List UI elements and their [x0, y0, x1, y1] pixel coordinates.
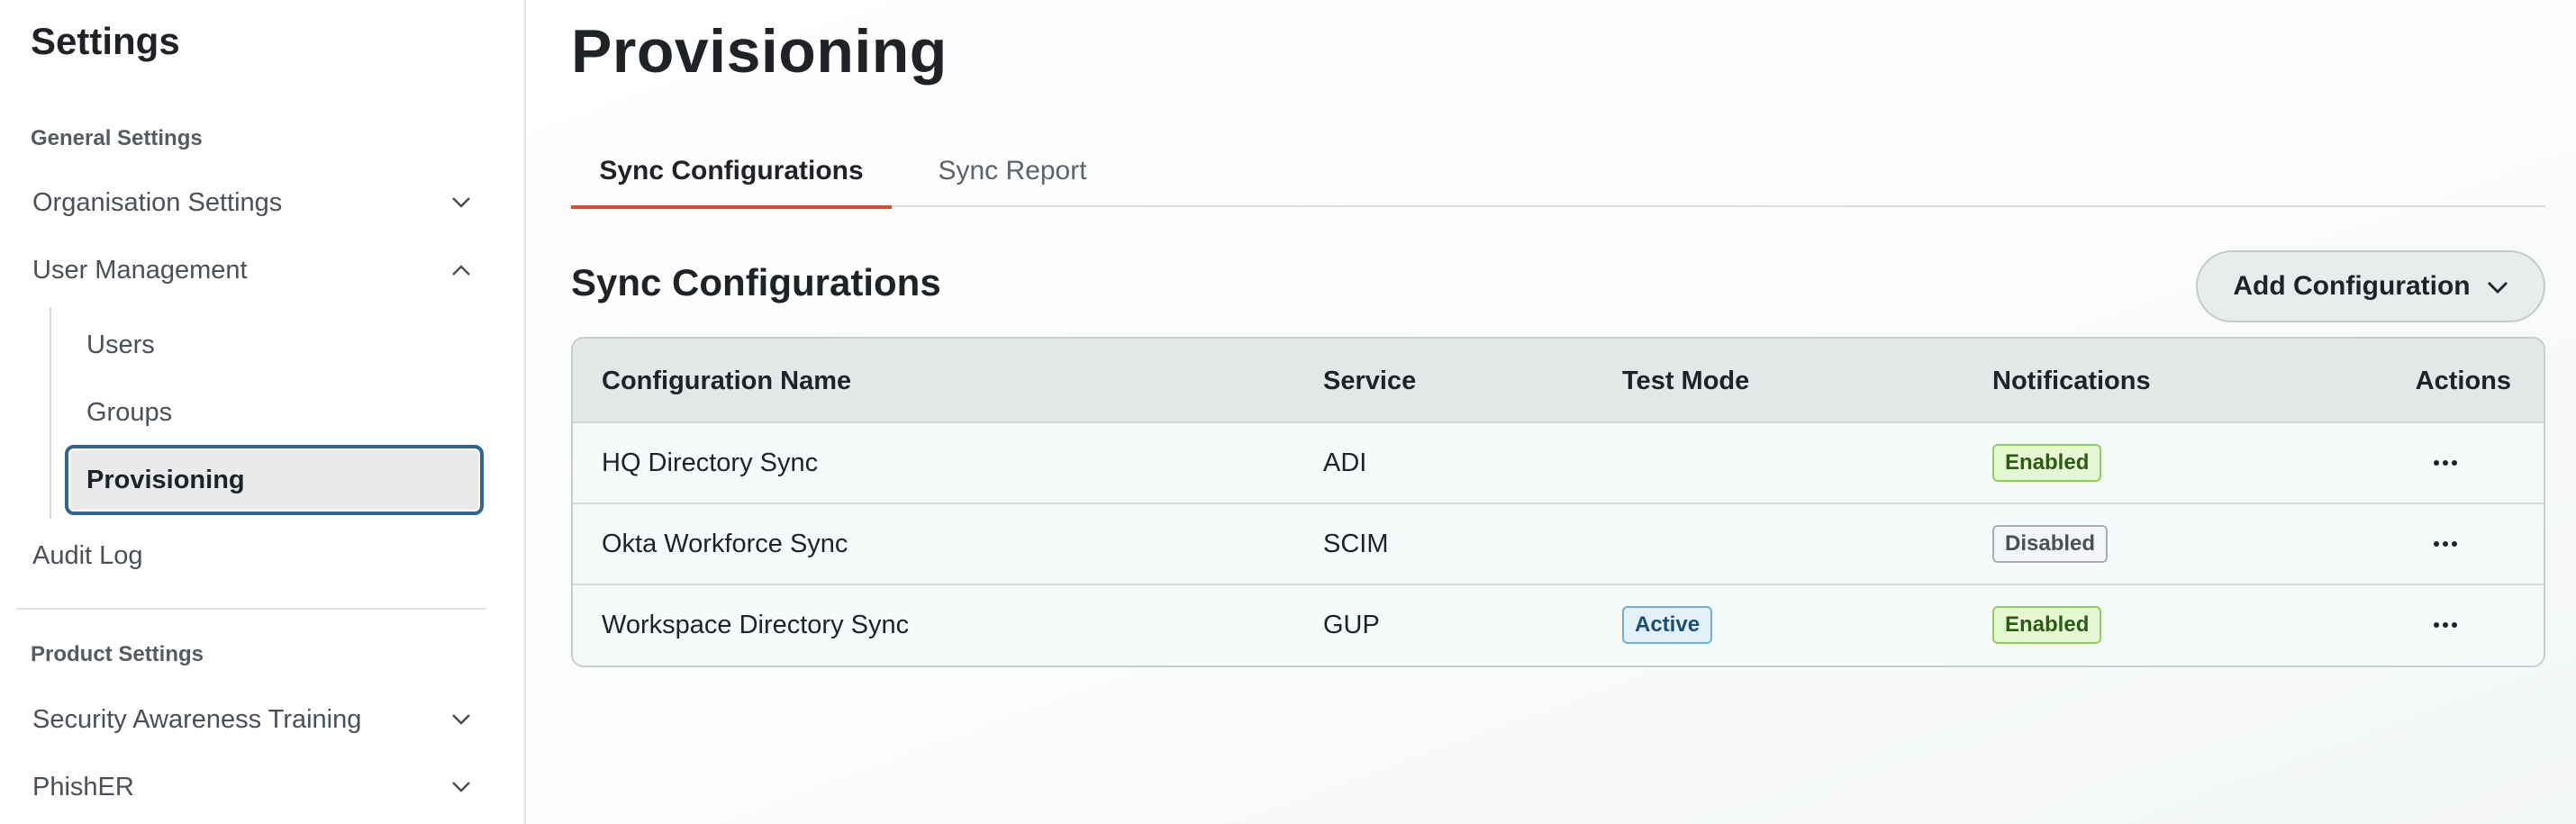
more-horizontal-icon — [2434, 541, 2457, 547]
tab-sync-configurations[interactable]: Sync Configurations — [571, 135, 892, 209]
cell-test-mode: Active — [1622, 585, 1713, 665]
row-actions-button[interactable] — [2418, 423, 2472, 503]
more-horizontal-icon — [2434, 622, 2457, 628]
sidebar-item-organisation-settings[interactable]: Organisation Settings — [32, 177, 474, 229]
status-badge-disabled: Disabled — [1992, 525, 2109, 563]
table-header: Configuration Name Service Test Mode Not… — [573, 339, 2544, 423]
chevron-down-icon — [449, 707, 474, 732]
sidebar-item-phisher[interactable]: PhishER — [32, 761, 474, 813]
sidebar-subitem-provisioning[interactable]: Provisioning — [65, 445, 484, 515]
sidebar-item-security-awareness-training[interactable]: Security Awareness Training — [32, 693, 474, 746]
column-header-service[interactable]: Service — [1323, 339, 1416, 423]
cell-service: SCIM — [1323, 529, 1389, 558]
cell-configuration-name: Workspace Directory Sync — [602, 610, 910, 639]
cell-notifications: Disabled — [1992, 504, 2109, 584]
sidebar-item-label: Audit Log — [32, 540, 143, 570]
status-badge-enabled: Enabled — [1992, 606, 2102, 644]
test-mode-badge-active: Active — [1622, 606, 1713, 644]
column-header-actions: Actions — [2415, 366, 2511, 395]
column-header-configuration-name[interactable]: Configuration Name — [602, 339, 851, 423]
sidebar-item-label: Organisation Settings — [32, 187, 283, 217]
sidebar-item-label: User Management — [32, 255, 248, 285]
product-settings-heading: Product Settings — [31, 642, 204, 666]
sidebar-subitem-users[interactable]: Users — [86, 319, 155, 371]
sidebar: Settings General Settings Organisation S… — [0, 0, 526, 824]
main-content: Provisioning Sync Configurations Sync Re… — [526, 0, 2576, 824]
general-settings-heading: General Settings — [31, 126, 203, 150]
cell-configuration-name: HQ Directory Sync — [602, 448, 819, 477]
sidebar-divider — [16, 608, 486, 610]
section-title: Sync Configurations — [571, 261, 941, 303]
more-horizontal-icon — [2434, 460, 2457, 466]
cell-notifications: Enabled — [1992, 423, 2102, 503]
table-row[interactable]: Workspace Directory Sync GUP Active Enab… — [573, 585, 2544, 666]
sidebar-item-label: Security Awareness Training — [32, 704, 362, 734]
cell-notifications: Enabled — [1992, 585, 2102, 665]
sync-configurations-table: Configuration Name Service Test Mode Not… — [571, 337, 2545, 667]
app-root: Settings General Settings Organisation S… — [0, 0, 2576, 824]
cell-service: ADI — [1323, 448, 1367, 477]
chevron-down-icon — [2487, 271, 2508, 302]
cell-configuration-name: Okta Workforce Sync — [602, 529, 848, 558]
tab-sync-report[interactable]: Sync Report — [904, 135, 1120, 207]
sidebar-item-audit-log[interactable]: Audit Log — [32, 530, 474, 582]
row-actions-button[interactable] — [2418, 585, 2472, 665]
sidebar-subitem-groups[interactable]: Groups — [86, 386, 172, 439]
tab-bar: Sync Configurations Sync Report — [571, 135, 2545, 209]
chevron-down-icon — [449, 774, 474, 800]
add-configuration-button[interactable]: Add Configuration — [2196, 250, 2545, 322]
sidebar-item-user-management[interactable]: User Management — [32, 244, 474, 296]
table-row[interactable]: Okta Workforce Sync SCIM Disabled — [573, 504, 2544, 585]
cell-service: GUP — [1323, 610, 1380, 639]
page-title: Provisioning — [571, 17, 948, 86]
submenu-guide-line — [50, 308, 51, 519]
add-configuration-label: Add Configuration — [2233, 271, 2471, 301]
sidebar-title: Settings — [31, 20, 180, 62]
table-row[interactable]: HQ Directory Sync ADI Enabled — [573, 423, 2544, 504]
column-header-notifications[interactable]: Notifications — [1992, 339, 2151, 423]
sidebar-item-label: PhishER — [32, 772, 134, 801]
status-badge-enabled: Enabled — [1992, 444, 2102, 482]
chevron-down-icon — [449, 190, 474, 215]
row-actions-button[interactable] — [2418, 504, 2472, 584]
chevron-up-icon — [449, 258, 474, 283]
column-header-test-mode[interactable]: Test Mode — [1622, 339, 1749, 423]
